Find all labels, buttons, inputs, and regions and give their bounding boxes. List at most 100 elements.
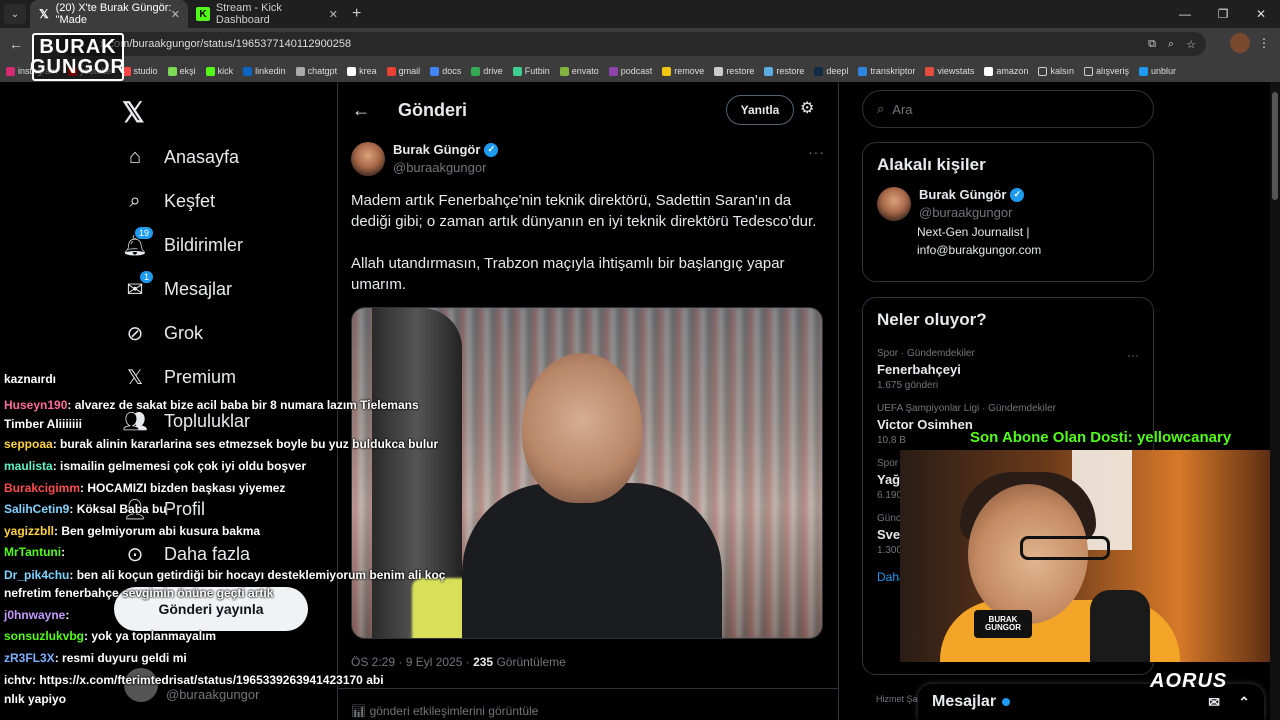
analytics-icon: 📊︎	[351, 704, 367, 718]
bookmark-item[interactable]: studio	[121, 66, 158, 76]
webcam-overlay: BURAK GUNGOR	[900, 450, 1272, 662]
x-logo-icon[interactable]: 𝕏	[122, 96, 145, 129]
bookmark-item[interactable]: gmail	[386, 66, 420, 76]
new-message-icon[interactable]: ✉	[1208, 694, 1220, 711]
zoom-icon[interactable]: ⌕	[1168, 38, 1174, 51]
install-icon[interactable]: ⧉	[1148, 38, 1156, 51]
post-author[interactable]: Burak Güngör ✓ @buraakgungor	[351, 142, 499, 176]
bookmark-item[interactable]: deepl	[814, 66, 848, 76]
new-tab-button[interactable]: +	[352, 5, 361, 23]
post-time[interactable]: ÖS 2:29 · 9 Eyl 2025 ·	[351, 655, 470, 669]
tab-kick-dashboard[interactable]: K Stream - Kick Dashboard ✕	[188, 0, 346, 28]
tab-title: (20) X'te Burak Güngör: "Made	[55, 2, 172, 26]
bookmark-item[interactable]: ekşi	[167, 66, 196, 76]
address-bar[interactable]: x.com/buraakgungor/status/19653771401129…	[60, 32, 1206, 56]
view-engagements-link[interactable]: 📊︎ gönderi etkileşimlerini görüntüle	[351, 704, 538, 718]
divider	[338, 688, 838, 689]
verified-badge-icon: ✓	[1010, 187, 1025, 202]
bookmark-item[interactable]: docs	[430, 66, 461, 76]
author-name[interactable]: Burak Güngör	[393, 142, 480, 157]
back-arrow-icon[interactable]: ←	[352, 100, 370, 121]
verified-badge-icon: ✓	[484, 142, 499, 157]
sidebar-item-notifications[interactable]: 🔔︎ 19 Bildirimler	[122, 226, 243, 258]
bookmark-item[interactable]: krea	[347, 66, 377, 76]
chat-username: sonsuzlukvbg	[4, 629, 85, 643]
unread-dot	[1002, 698, 1011, 706]
bookmark-item[interactable]: restore	[764, 66, 804, 76]
chat-text: : HOCAMIZI bizden başkası yiyemez	[80, 481, 286, 495]
sidebar-item-home[interactable]: ⌂ Anasayfa	[122, 144, 239, 170]
bookmark-item[interactable]: restore	[714, 66, 754, 76]
bookmark-folder[interactable]: alışveriş	[1083, 66, 1129, 76]
chat-text: : yok ya toplanmayalım	[84, 629, 217, 643]
trend-item[interactable]: Spor · Gündemdekiler Fenerbahçeyi 1.675 …	[863, 342, 1153, 397]
sidebar-item-explore[interactable]: ⌕ Keşfet	[122, 188, 215, 214]
chat-message: MrTantuni:	[4, 545, 65, 559]
bookmark-item[interactable]: transkriptor	[858, 66, 915, 76]
tweet-text: Madem artık Fenerbahçe'nin teknik direkt…	[351, 190, 827, 316]
messages-drawer-title: Mesajlar	[932, 693, 997, 710]
bookmark-item[interactable]: drive	[471, 66, 503, 76]
back-arrow-icon[interactable]: ←	[2, 36, 30, 52]
search-icon: ⌕	[877, 101, 885, 116]
bookmark-item[interactable]: linkedin	[243, 66, 286, 76]
chat-username: Dr_pik4chu	[4, 568, 70, 582]
microphone	[1090, 590, 1150, 662]
avatar[interactable]	[351, 142, 385, 176]
settings-sliders-icon[interactable]: ⚙	[800, 98, 814, 118]
chat-username: MrTantuni	[4, 545, 62, 559]
chat-message: maulista: ismailin gelmemesi çok çok iyi…	[4, 459, 306, 473]
related-user-name[interactable]: Burak Güngör	[919, 187, 1006, 202]
bookmark-item[interactable]: chatgpt	[295, 66, 337, 76]
expand-icon[interactable]: ⌃	[1238, 694, 1250, 711]
chat-message: Timber Aliiiiiii	[4, 417, 82, 431]
coach-head	[522, 353, 642, 503]
sidebar-item-premium[interactable]: 𝕏 Premium	[122, 364, 236, 390]
notification-badge: 19	[133, 226, 154, 240]
bookmark-item[interactable]: podcast	[608, 66, 652, 76]
sidebar-item-more[interactable]: ⊙ Daha fazla	[122, 541, 250, 567]
tab-search-button[interactable]: ⌄	[4, 4, 26, 24]
cam-glasses	[1020, 536, 1110, 560]
chat-message: nefretim fenerbahçe sevgimin önüne geçti…	[4, 586, 273, 600]
footer-links[interactable]: Hizmet Şa	[876, 694, 918, 704]
views-count: 235	[473, 655, 494, 669]
related-user[interactable]: Burak Güngör ✓ @buraakgungor	[863, 187, 1153, 221]
close-icon[interactable]: ✕	[171, 8, 180, 21]
maximize-button[interactable]: ❐	[1204, 7, 1242, 21]
scrollbar[interactable]	[1270, 82, 1280, 720]
bookmark-item[interactable]: kick	[205, 66, 233, 76]
bookmark-item[interactable]: amazon	[984, 66, 1028, 76]
bookmark-item[interactable]: unblur	[1138, 66, 1176, 76]
tab-x-post[interactable]: 𝕏 (20) X'te Burak Güngör: "Made ✕	[30, 0, 188, 28]
search-input[interactable]: ⌕ Ara	[862, 90, 1154, 128]
star-icon[interactable]: ☆	[1186, 38, 1196, 51]
close-icon[interactable]: ✕	[329, 8, 338, 21]
avatar[interactable]	[877, 187, 911, 221]
page-title: Gönderi	[398, 99, 468, 120]
minimize-button[interactable]: —	[1166, 7, 1204, 21]
chat-message: seppoaa: burak alinin kararlarina ses et…	[4, 437, 438, 451]
reply-button[interactable]: Yanıtla	[726, 95, 794, 125]
close-window-button[interactable]: ✕	[1242, 7, 1280, 21]
browser-menu-icon[interactable]: ⋮	[1258, 36, 1270, 50]
author-handle[interactable]: @buraakgungor	[393, 160, 498, 175]
profile-avatar[interactable]	[1230, 33, 1250, 53]
column-divider	[838, 82, 839, 720]
stream-logo: BURAK GUNGOR	[30, 33, 125, 81]
chat-message: kaznaırdı	[4, 372, 56, 386]
bookmark-folder[interactable]: kalsın	[1038, 66, 1074, 76]
related-user-handle: @buraakgungor	[919, 205, 1013, 220]
bookmark-item[interactable]: Futbin	[512, 66, 550, 76]
chat-message: Burakcigimm: HOCAMIZI bizden başkası yiy…	[4, 481, 285, 495]
sidebar-item-messages[interactable]: ✉ 1 Mesajlar	[122, 270, 232, 302]
bookmark-item[interactable]: remove	[662, 66, 704, 76]
chat-text: : ismailin gelmemesi çok çok iyi oldu bo…	[52, 459, 307, 473]
tweet-image[interactable]	[351, 307, 823, 639]
scrollbar-thumb[interactable]	[1272, 92, 1278, 200]
more-options-icon[interactable]: ···	[1127, 348, 1139, 362]
sidebar-item-grok[interactable]: ⊘ Grok	[122, 320, 203, 346]
more-options-icon[interactable]: ···	[808, 144, 825, 160]
bookmark-item[interactable]: viewstats	[925, 66, 974, 76]
bookmark-item[interactable]: envato	[559, 66, 599, 76]
